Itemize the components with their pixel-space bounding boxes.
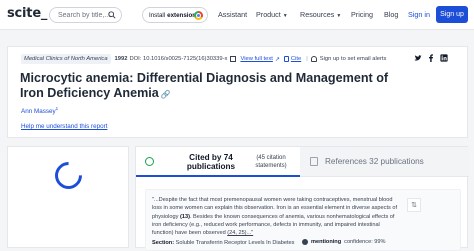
divider: |: [306, 56, 308, 62]
section-label: Section:: [152, 240, 175, 246]
linkedin-icon[interactable]: [440, 54, 448, 62]
document-icon: [310, 157, 318, 166]
loading-spinner-icon: [49, 156, 88, 195]
nav-resources[interactable]: Resources ▼: [300, 10, 341, 19]
search-box[interactable]: [49, 7, 122, 23]
citation-type-badge: mentioning confidence: 99%: [302, 239, 386, 245]
install-extension-button[interactable]: Install extension!: [142, 7, 208, 23]
citation-type: mentioning: [311, 239, 342, 245]
article-card: Medical Clinics of North America 1992 DO…: [7, 46, 468, 138]
sign-up-button[interactable]: Sign up: [436, 6, 468, 23]
nav-assistant[interactable]: Assistant: [218, 10, 247, 19]
author-name: Ann Massey: [21, 108, 56, 116]
link-icon[interactable]: 🔗: [161, 90, 171, 99]
author-affiliation: 1: [55, 106, 59, 111]
chrome-icon: [194, 11, 203, 20]
twitter-icon[interactable]: [414, 54, 422, 62]
nav-blog[interactable]: Blog: [384, 10, 398, 19]
cite-link[interactable]: Cite: [291, 56, 301, 62]
quote-reference[interactable]: (13): [180, 214, 190, 220]
nav-product[interactable]: Product ▼: [256, 10, 288, 19]
loading-panel: [7, 146, 129, 248]
view-full-text-link[interactable]: View full text: [240, 56, 272, 62]
help-understand-link[interactable]: Help me understand this report: [21, 123, 107, 130]
top-nav-bar: scite_ Install extension! Assistant Prod…: [0, 0, 474, 30]
sign-in-link[interactable]: Sign in: [408, 10, 430, 19]
search-icon[interactable]: [108, 11, 116, 19]
citation-statements-count: (45 citation statements): [255, 155, 287, 169]
email-alert-link[interactable]: Sign up to set email alerts: [320, 56, 387, 62]
references-label: References 32 publications: [325, 157, 424, 166]
publication-year: 1992: [114, 56, 128, 62]
citation-quote-icon: [145, 157, 154, 166]
install-label: Install: [149, 11, 166, 19]
scite-logo[interactable]: scite_: [7, 6, 47, 21]
citation-quote: "...Despite the fact that most premenopa…: [152, 196, 402, 237]
cite-icon: [283, 56, 289, 62]
cited-by-label: Cited by 74 publications: [186, 153, 236, 171]
author-link[interactable]: Ann Massey1: [21, 106, 58, 115]
copy-icon[interactable]: [230, 56, 237, 62]
section-info: Section: Soluble Transferrin Receptor Le…: [152, 240, 294, 246]
mentioning-icon: [302, 239, 308, 245]
facebook-icon[interactable]: [427, 54, 435, 62]
section-value: Soluble Transferrin Receptor Levels In D…: [175, 240, 295, 246]
bell-icon: [310, 56, 317, 62]
citation-statement-card: "...Despite the fact that most premenopa…: [145, 189, 461, 251]
confidence: confidence: 99%: [344, 239, 386, 245]
quote-reference-tail[interactable]: (24, 25)...": [227, 230, 253, 236]
search-input[interactable]: [58, 11, 110, 19]
tab-cited-by[interactable]: Cited by 74 publications (45 citation st…: [136, 147, 300, 177]
nav-product-label: Product: [256, 10, 281, 19]
journal-name[interactable]: Medical Clinics of North America: [21, 54, 111, 64]
nav-pricing[interactable]: Pricing: [351, 10, 373, 19]
tab-references[interactable]: References 32 publications: [300, 147, 469, 177]
expand-icon[interactable]: ⇅: [407, 198, 421, 212]
chevron-down-icon: ▼: [282, 13, 288, 19]
external-link-icon: ↗: [274, 56, 280, 63]
article-title: Microcytic anemia: Differential Diagnosi…: [20, 71, 400, 102]
nav-resources-label: Resources: [300, 10, 335, 19]
citations-panel: Cited by 74 publications (45 citation st…: [135, 146, 469, 251]
doi: DOI: 10.1016/s0025-7125(16)30339-x: [129, 56, 228, 62]
article-title-text: Microcytic anemia: Differential Diagnosi…: [20, 71, 389, 100]
article-meta: Medical Clinics of North America 1992 DO…: [21, 54, 386, 64]
chevron-down-icon: ▼: [336, 13, 342, 19]
